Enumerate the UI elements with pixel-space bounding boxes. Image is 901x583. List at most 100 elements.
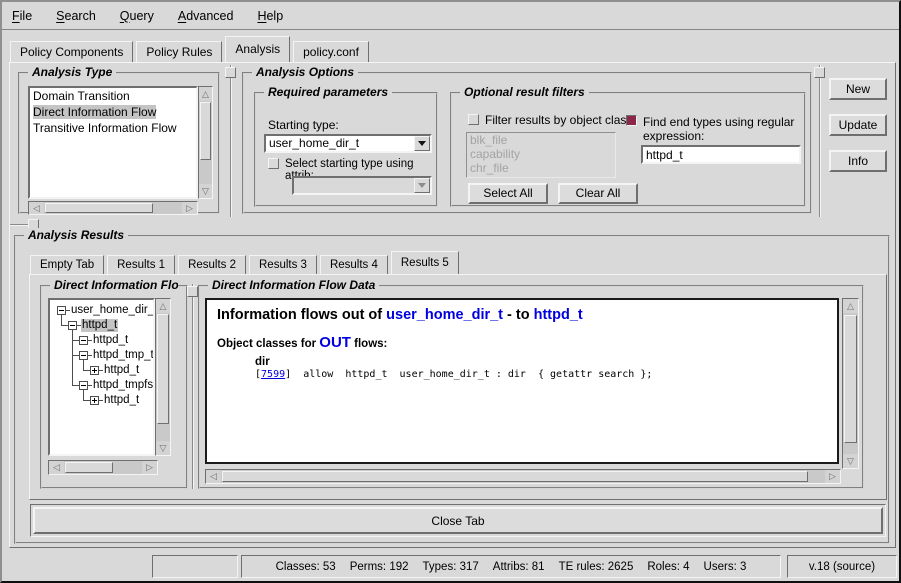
status-stats-panel: Classes: 53Perms: 192Types: 317Attribs: … (241, 555, 781, 578)
analysis-type-item[interactable]: Domain Transition (30, 88, 196, 104)
scroll-right-icon[interactable]: ▷ (142, 461, 157, 474)
scroll-thumb[interactable] (157, 314, 169, 424)
flow-data-vscrollbar[interactable]: △ ▽ (842, 298, 859, 469)
tab-analysis[interactable]: Analysis (225, 36, 290, 62)
options-buttons-sash-handle[interactable] (814, 67, 825, 78)
attrib-checkbox[interactable] (268, 158, 279, 169)
tree-row[interactable]: httpd_t (79, 333, 129, 348)
tree-data-sash-handle[interactable] (187, 286, 198, 297)
tree-data-sash[interactable] (192, 284, 194, 489)
flow-data-text[interactable]: Information flows out of user_home_dir_t… (205, 298, 839, 464)
clear-all-button[interactable]: Clear All (558, 183, 638, 204)
starting-type-combobox[interactable]: user_home_dir_t (264, 134, 432, 153)
scroll-thumb[interactable] (65, 462, 113, 473)
analysis-type-vscrollbar[interactable]: △ ▽ (198, 86, 213, 199)
tree-node-label[interactable]: httpd_tmp_t (92, 349, 153, 362)
flow-tree-hscrollbar[interactable]: ◁ ▷ (48, 460, 158, 475)
update-button[interactable]: Update (829, 114, 887, 136)
tree-node-label[interactable]: httpd_t (81, 319, 118, 332)
scroll-thumb[interactable] (844, 315, 857, 443)
analysis-type-hscrollbar[interactable]: ◁ ▷ (28, 201, 198, 215)
scroll-down-icon[interactable]: ▽ (199, 184, 212, 198)
tree-row[interactable]: httpd_tmpfs_t (79, 378, 153, 393)
select-all-button[interactable]: Select All (468, 183, 548, 204)
tab-policy-rules[interactable]: Policy Rules (136, 41, 222, 62)
flow-tree-box[interactable]: user_home_dir_t httpd_t httpd_t httpd_tmp_t… (48, 298, 155, 456)
analysis-type-item[interactable]: Direct Information Flow (30, 104, 196, 120)
main-tab-bar: Policy ComponentsPolicy RulesAnalysispol… (10, 36, 372, 62)
scroll-left-icon[interactable]: ◁ (29, 202, 44, 214)
tree-collapse-icon[interactable] (79, 336, 88, 345)
scroll-track[interactable] (199, 101, 212, 184)
scroll-thumb[interactable] (222, 471, 808, 482)
tree-row[interactable]: user_home_dir_t (57, 303, 153, 318)
results-sash[interactable] (10, 224, 29, 226)
tab-policy-conf[interactable]: policy.conf (293, 41, 369, 62)
regex-input[interactable] (641, 145, 801, 164)
top-pane-sash[interactable] (230, 65, 232, 217)
scroll-right-icon[interactable]: ▷ (825, 470, 840, 483)
info-button[interactable]: Info (829, 150, 887, 172)
flow-data-title: Direct Information Flow Data (208, 278, 379, 292)
tree-expand-icon[interactable] (90, 396, 99, 405)
options-buttons-sash[interactable] (819, 65, 821, 217)
close-tab-button[interactable]: Close Tab (33, 507, 883, 534)
tree-node-label[interactable]: httpd_t (103, 364, 140, 377)
flow-data-hscrollbar[interactable]: ◁ ▷ (205, 469, 841, 484)
results-tab-results-4[interactable]: Results 4 (320, 255, 388, 274)
scroll-track[interactable] (843, 313, 858, 454)
top-pane-sash-handle[interactable] (225, 67, 236, 78)
scroll-up-icon[interactable]: △ (843, 299, 858, 313)
tab-policy-components[interactable]: Policy Components (10, 41, 133, 62)
filter-by-class-row[interactable]: Filter results by object class: (468, 114, 636, 126)
filter-by-class-checkbox[interactable] (468, 114, 479, 125)
tree-node-label[interactable]: httpd_tmpfs_t (92, 379, 153, 392)
results-tab-results-1[interactable]: Results 1 (107, 255, 175, 274)
flow-data-group: Direct Information Flow Data Information… (198, 285, 864, 489)
tree-node-label[interactable]: httpd_t (103, 394, 140, 407)
rule-number-link[interactable]: 7599 (261, 369, 285, 380)
scroll-thumb[interactable] (45, 203, 153, 213)
scroll-track[interactable] (64, 461, 142, 474)
scroll-left-icon[interactable]: ◁ (206, 470, 221, 483)
results-tab-results-5[interactable]: Results 5 (391, 251, 459, 274)
menu-search[interactable]: Search (56, 9, 96, 23)
tree-row[interactable]: httpd_t (68, 318, 118, 333)
regex-checkbox[interactable] (626, 115, 637, 126)
results-tab-results-2[interactable]: Results 2 (178, 255, 246, 274)
flow-tree-vscrollbar[interactable]: △ ▽ (155, 298, 171, 456)
scroll-track[interactable] (221, 470, 825, 483)
menu-file[interactable]: File (12, 9, 32, 23)
tree-row[interactable]: httpd_tmp_t (79, 348, 153, 363)
tree-collapse-icon[interactable] (57, 306, 66, 315)
tree-connector (72, 355, 79, 356)
tree-expand-icon[interactable] (90, 366, 99, 375)
tree-collapse-icon[interactable] (79, 351, 88, 360)
scroll-track[interactable] (156, 313, 170, 441)
tree-node-label[interactable]: httpd_t (92, 334, 129, 347)
scroll-right-icon[interactable]: ▷ (182, 202, 197, 214)
tree-collapse-icon[interactable] (68, 321, 77, 330)
analysis-type-list[interactable]: Domain TransitionDirect Information Flow… (28, 86, 198, 199)
results-tab-results-3[interactable]: Results 3 (249, 255, 317, 274)
tree-node-label[interactable]: user_home_dir_t (70, 304, 153, 317)
scroll-track[interactable] (44, 202, 182, 214)
menu-advanced[interactable]: Advanced (178, 9, 234, 23)
results-tab-empty-tab[interactable]: Empty Tab (30, 255, 104, 274)
scroll-thumb[interactable] (200, 102, 211, 160)
scroll-up-icon[interactable]: △ (199, 87, 212, 101)
menu-help[interactable]: Help (257, 9, 283, 23)
tree-collapse-icon[interactable] (79, 381, 88, 390)
tree-row[interactable]: httpd_t (90, 363, 140, 378)
scroll-down-icon[interactable]: ▽ (843, 454, 858, 468)
scroll-down-icon[interactable]: ▽ (156, 441, 170, 455)
analysis-type-item[interactable]: Transitive Information Flow (30, 120, 196, 136)
new-button[interactable]: New (829, 78, 887, 100)
combobox-dropdown-button[interactable] (414, 136, 430, 151)
object-class-item: chr_file (467, 161, 615, 175)
scroll-up-icon[interactable]: △ (156, 299, 170, 313)
regex-checkbox-row[interactable]: Find end types using regular expression: (626, 115, 804, 143)
tree-row[interactable]: httpd_t (90, 393, 140, 408)
menu-query[interactable]: Query (120, 9, 154, 23)
scroll-left-icon[interactable]: ◁ (49, 461, 64, 474)
